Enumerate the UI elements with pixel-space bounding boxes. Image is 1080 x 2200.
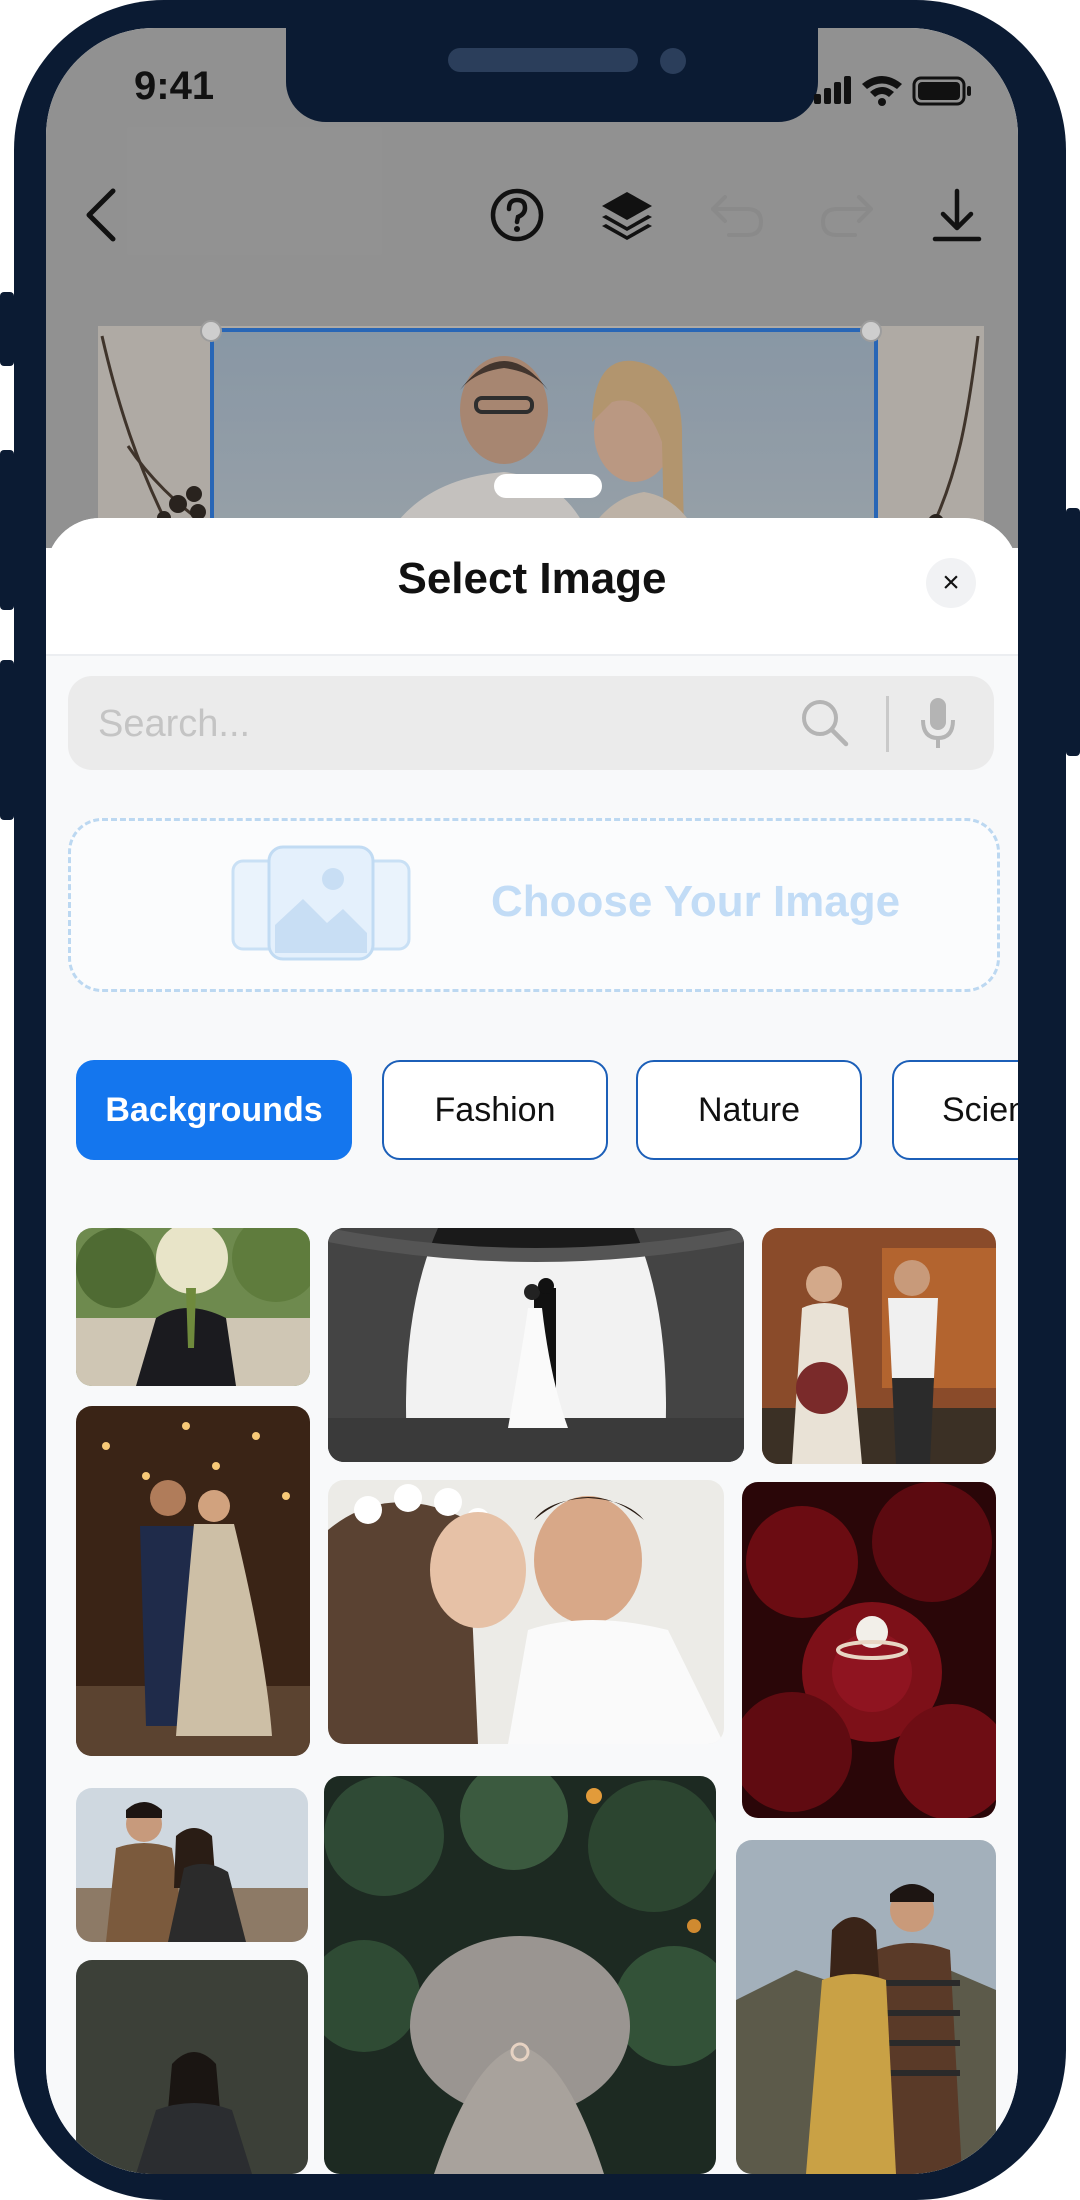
gallery-image[interactable] [762,1228,996,1464]
redo-button[interactable] [812,180,882,250]
power-button [1066,508,1080,756]
gallery-image[interactable] [76,1788,308,1942]
category-chip-backgrounds[interactable]: Backgrounds [76,1060,352,1160]
microphone-icon[interactable] [918,696,958,752]
gallery-image[interactable] [736,1840,996,2174]
screen: 9:41 Select Image × Search... Choose You… [46,28,1018,2174]
undo-button[interactable] [702,180,772,250]
back-icon [86,188,116,242]
category-chip-nature[interactable]: Nature [636,1060,862,1160]
choose-image-label: Choose Your Image [491,877,901,926]
layers-icon [602,192,652,240]
download-button[interactable] [922,180,992,250]
gallery-image[interactable] [76,1228,310,1386]
gallery-image[interactable] [328,1228,744,1462]
gallery-image[interactable] [76,1406,310,1756]
category-chip-fashion[interactable]: Fashion [382,1060,608,1160]
gallery-image[interactable] [328,1480,724,1744]
gallery-image[interactable] [324,1776,716,2174]
search-input[interactable] [96,676,740,772]
close-button[interactable]: × [926,558,976,608]
sheet-grabber[interactable] [494,474,602,498]
download-icon [932,188,982,242]
search-icon[interactable] [798,696,852,750]
gallery-image[interactable] [76,1960,308,2174]
search-divider [886,696,889,752]
cellular-signal-icon [814,76,851,104]
gallery-image[interactable] [742,1482,996,1818]
notch [286,28,818,122]
front-camera [660,48,686,74]
choose-image-dropzone[interactable]: Choose Your Image [68,818,1000,992]
mute-switch [0,292,14,366]
search-bar [68,676,994,772]
speaker [448,48,638,72]
category-chip-science[interactable]: Scien [892,1060,1018,1160]
sheet-title: Select Image [397,554,667,603]
close-icon: × [942,566,960,599]
volume-up-button [0,450,14,610]
undo-icon [711,195,764,237]
image-upload-icon [231,845,411,961]
volume-down-button [0,660,14,820]
status-icons [814,72,974,112]
back-button[interactable] [66,180,136,250]
select-image-sheet: Select Image × Search... Choose Your Ima… [46,518,1018,2174]
redo-icon [820,195,873,237]
help-button[interactable] [482,180,552,250]
wifi-icon [862,76,902,106]
status-time: 9:41 [134,64,215,108]
sheet-header: Select Image × [46,518,1018,656]
battery-icon [912,76,971,106]
layers-button[interactable] [592,180,662,250]
help-icon [490,188,544,242]
